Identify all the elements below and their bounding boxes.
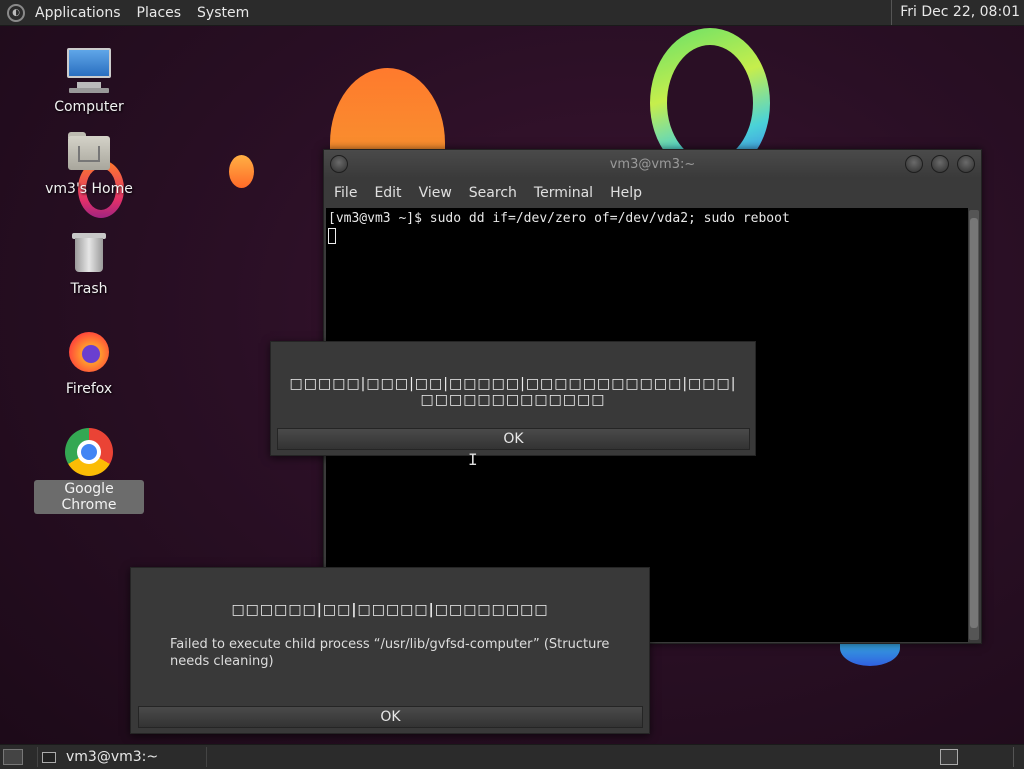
computer-icon <box>65 46 113 94</box>
system-menu[interactable]: System <box>189 5 257 21</box>
firefox-icon <box>65 328 113 376</box>
chrome-icon <box>65 428 113 476</box>
distro-logo-icon[interactable]: ◐ <box>7 3 25 22</box>
close-button[interactable] <box>957 155 975 173</box>
window-menu-button[interactable] <box>330 155 348 173</box>
terminal-icon <box>42 751 56 763</box>
dialog-body: Failed to execute child process “/usr/li… <box>170 637 610 669</box>
bottom-panel: vm3@vm3:~ <box>0 744 1024 769</box>
desktop-icon-label: vm3's Home <box>45 181 133 197</box>
terminal-scrollbar[interactable] <box>969 210 979 640</box>
top-panel: ◐ Applications Places System Fri Dec 22,… <box>0 0 1024 26</box>
menu-help[interactable]: Help <box>603 185 649 201</box>
scrollbar-thumb[interactable] <box>970 218 978 628</box>
desktop-icon-chrome[interactable]: Google Chrome <box>34 428 144 514</box>
taskbar-terminal-button[interactable]: vm3@vm3:~ <box>37 747 207 767</box>
dialog-message: □□□□□|□□□|□□|□□□□□|□□□□□□□□□□□|□□□|□□□□□… <box>289 376 737 408</box>
error-dialog-2: □□□□□□|□□|□□□□□|□□□□□□□□ Failed to execu… <box>130 567 650 734</box>
clock[interactable]: Fri Dec 22, 08:01 <box>891 0 1020 25</box>
home-folder-icon <box>65 128 113 176</box>
wallpaper-orange-dot <box>229 155 254 188</box>
desktop-icon-label: Trash <box>70 281 108 297</box>
places-menu[interactable]: Places <box>129 5 190 21</box>
maximize-button[interactable] <box>931 155 949 173</box>
command-line: [vm3@vm3 ~]$ sudo dd if=/dev/zero of=/de… <box>328 211 790 226</box>
panel-separator <box>1013 747 1014 767</box>
desktop-icon-label: Google Chrome <box>34 480 144 514</box>
menu-search[interactable]: Search <box>462 185 524 201</box>
show-desktop-icon[interactable] <box>3 749 23 765</box>
desktop-icon-computer[interactable]: Computer <box>34 46 144 116</box>
terminal-title: vm3@vm3:~ <box>609 156 696 172</box>
taskbar-label: vm3@vm3:~ <box>66 749 159 765</box>
workspace-switcher-icon[interactable] <box>940 749 958 765</box>
applications-menu[interactable]: Applications <box>27 5 129 21</box>
desktop-icon-trash[interactable]: Trash <box>34 228 144 298</box>
terminal-titlebar[interactable]: vm3@vm3:~ <box>324 150 981 178</box>
text-cursor <box>328 228 336 244</box>
dialog-title: □□□□□□|□□|□□□□□|□□□□□□□□ <box>231 602 549 618</box>
menu-file[interactable]: File <box>327 185 364 201</box>
error-dialog-1: □□□□□|□□□|□□|□□□□□|□□□□□□□□□□□|□□□|□□□□□… <box>270 341 756 456</box>
desktop-icon-label: Firefox <box>65 381 113 397</box>
ok-button[interactable]: OK <box>277 428 750 450</box>
desktop-icon-label: Computer <box>54 99 124 115</box>
mouse-ibeam-cursor: I <box>468 450 478 469</box>
top-menu: Applications Places System <box>27 5 257 21</box>
menu-edit[interactable]: Edit <box>367 185 408 201</box>
terminal-menubar: File Edit View Search Terminal Help <box>324 178 981 208</box>
menu-view[interactable]: View <box>412 185 459 201</box>
minimize-button[interactable] <box>905 155 923 173</box>
ok-button[interactable]: OK <box>138 706 643 728</box>
desktop-icon-firefox[interactable]: Firefox <box>34 328 144 398</box>
trash-icon <box>65 228 113 276</box>
desktop-icon-home[interactable]: vm3's Home <box>34 128 144 198</box>
menu-terminal[interactable]: Terminal <box>527 185 600 201</box>
